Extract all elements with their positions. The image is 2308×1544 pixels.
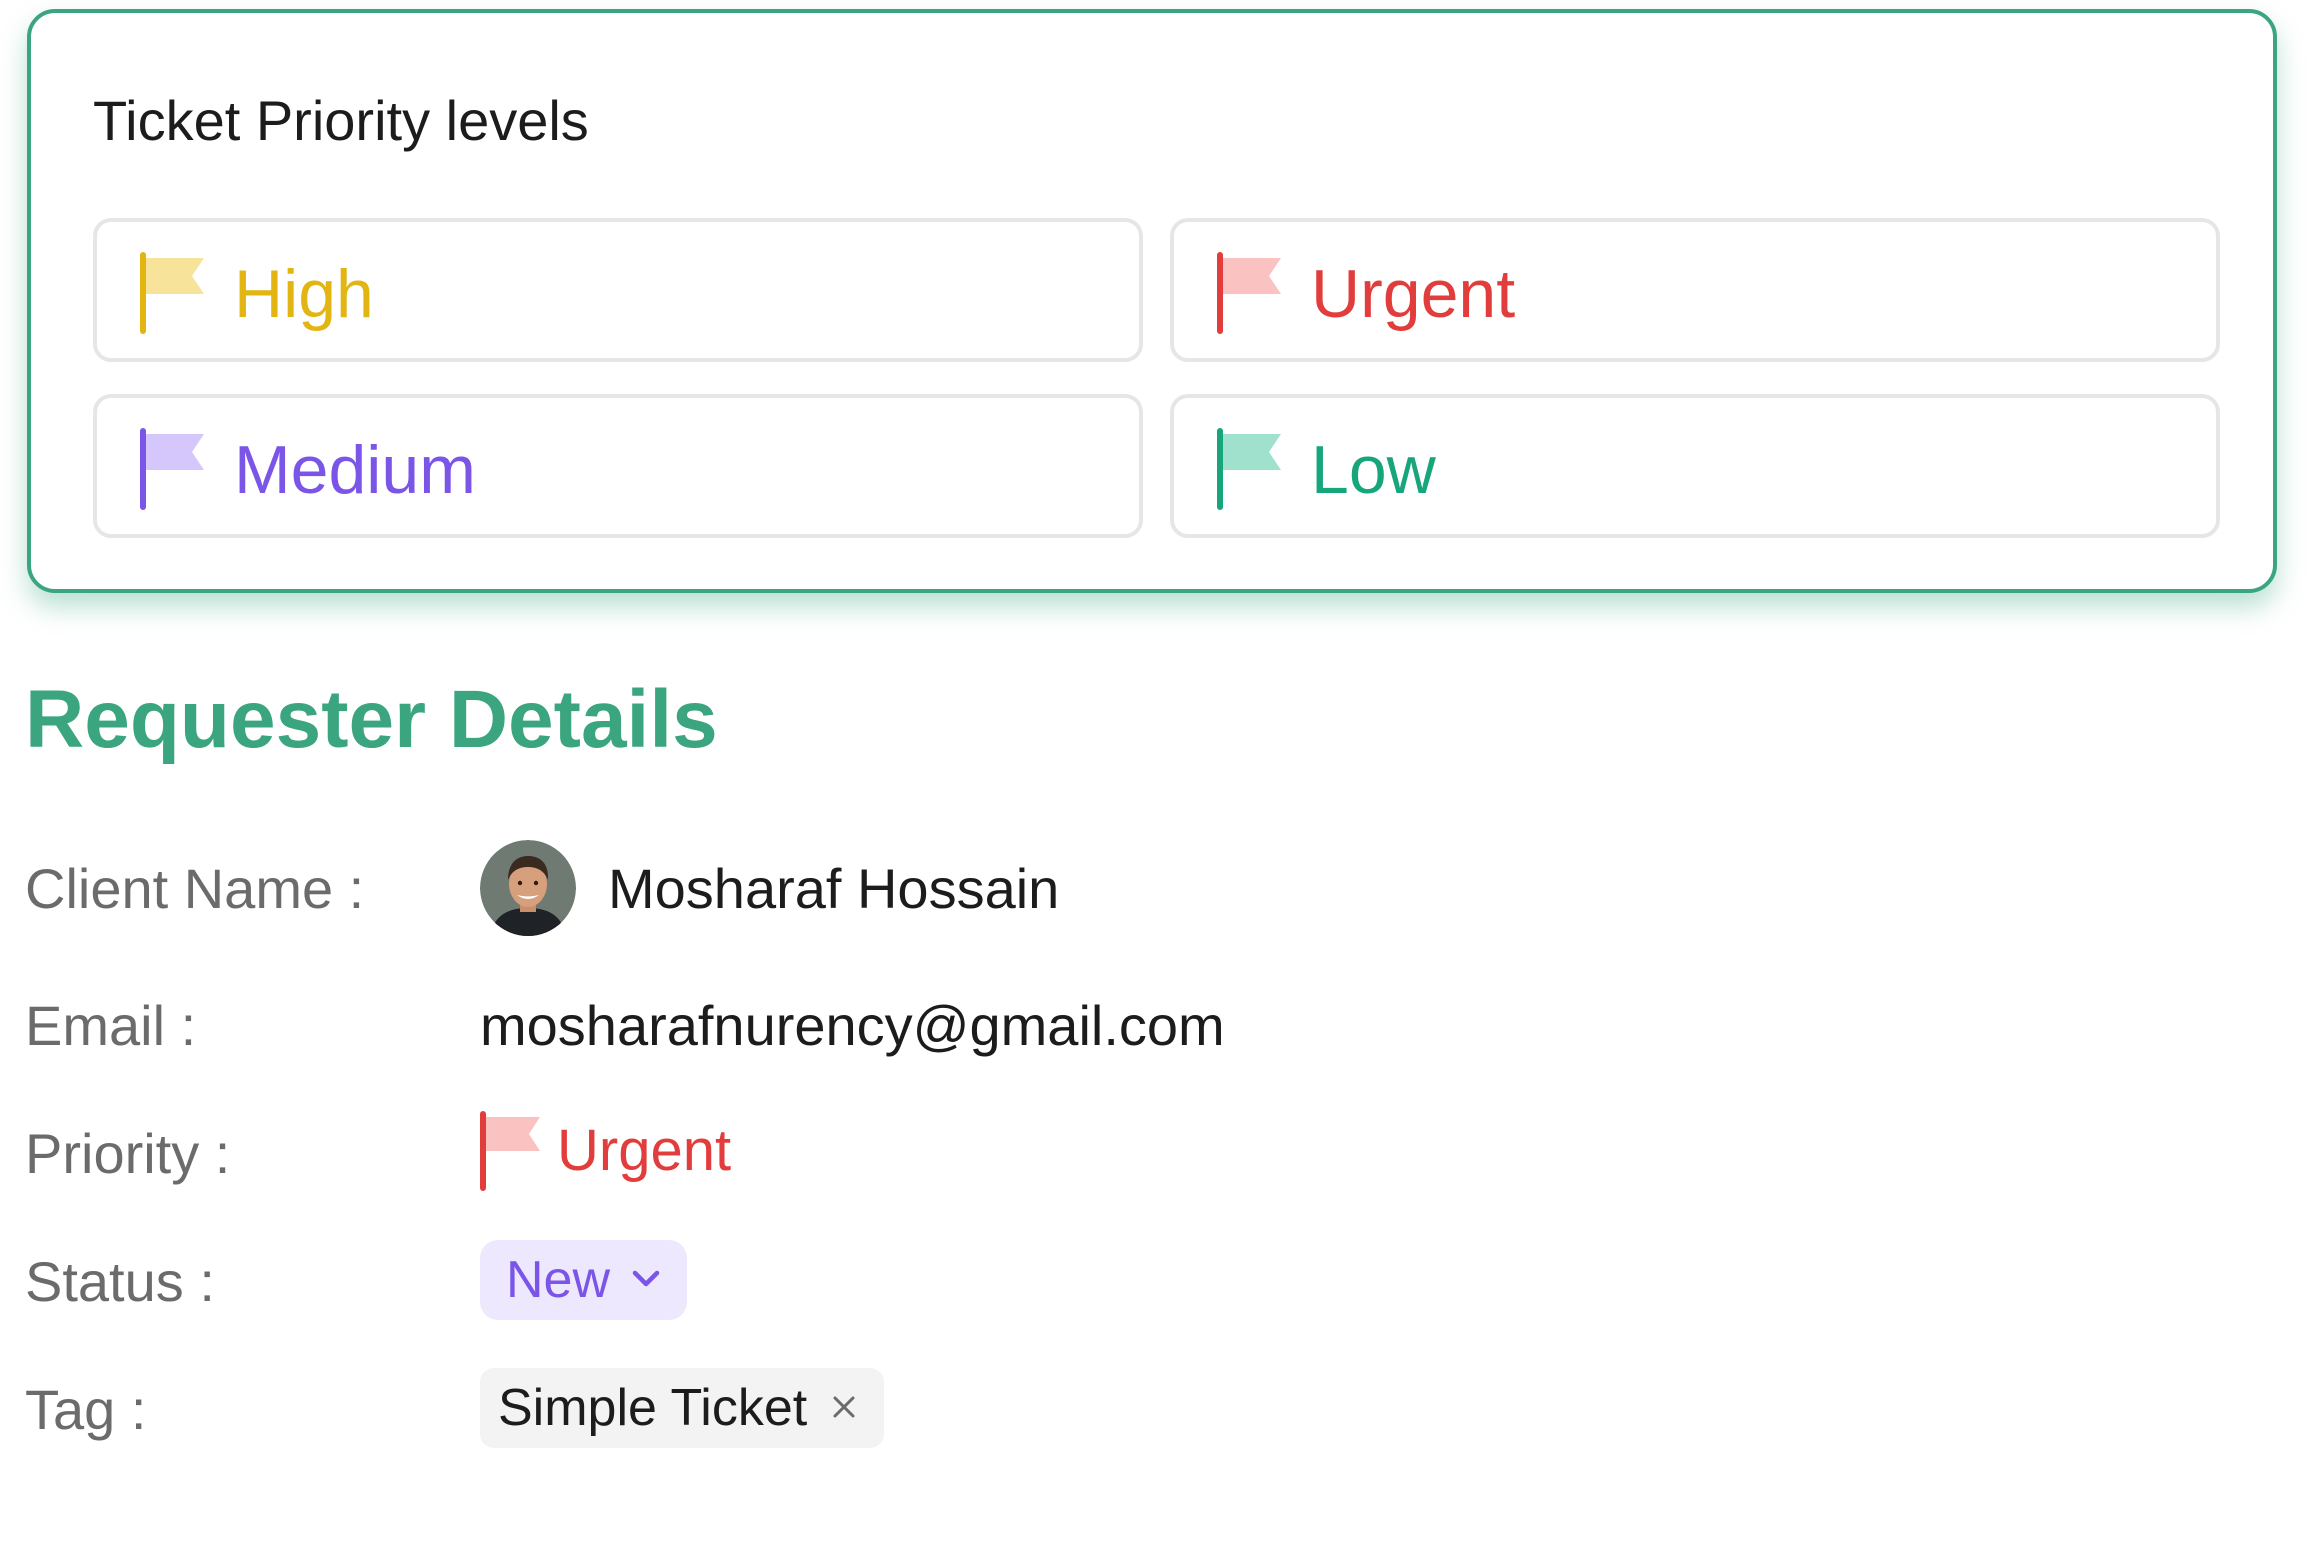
priority-option-low[interactable]: Low [1170, 394, 2220, 538]
priority-value[interactable]: Urgent [557, 1119, 731, 1183]
priority-levels-grid: High Urgent Medium Low [93, 218, 2220, 538]
chevron-down-icon [632, 1270, 660, 1287]
card-title: Ticket Priority levels [93, 89, 589, 152]
status-dropdown[interactable]: New [480, 1240, 687, 1320]
priority-option-medium[interactable]: Medium [93, 394, 1143, 538]
email-label: Email : [25, 994, 197, 1057]
priority-option-urgent[interactable]: Urgent [1170, 218, 2220, 362]
requester-details-title: Requester Details [25, 674, 718, 765]
client-name-value: Mosharaf Hossain [608, 857, 1060, 920]
priority-option-high[interactable]: High [93, 218, 1143, 362]
flag-icon [480, 1111, 540, 1191]
priority-option-label: High [234, 256, 374, 332]
email-value: mosharafnurency@gmail.com [480, 994, 1225, 1057]
tag-value: Simple Ticket [498, 1379, 808, 1437]
status-value: New [506, 1251, 611, 1309]
flag-icon [1217, 252, 1281, 334]
priority-label: Priority : [25, 1122, 231, 1185]
priority-option-label: Urgent [1311, 256, 1516, 332]
tag-label: Tag : [25, 1378, 147, 1441]
tag-chip: Simple Ticket [480, 1368, 884, 1448]
flag-icon [140, 428, 204, 510]
priority-option-label: Medium [234, 432, 476, 508]
priority-option-label: Low [1311, 432, 1436, 508]
flag-icon [1217, 428, 1281, 510]
avatar [480, 840, 576, 936]
client-name-label: Client Name : [25, 857, 365, 920]
flag-icon [140, 252, 204, 334]
status-label: Status : [25, 1250, 215, 1313]
priority-levels-card: Ticket Priority levels High Urgent Mediu… [27, 9, 2277, 593]
close-icon[interactable] [829, 1392, 859, 1422]
